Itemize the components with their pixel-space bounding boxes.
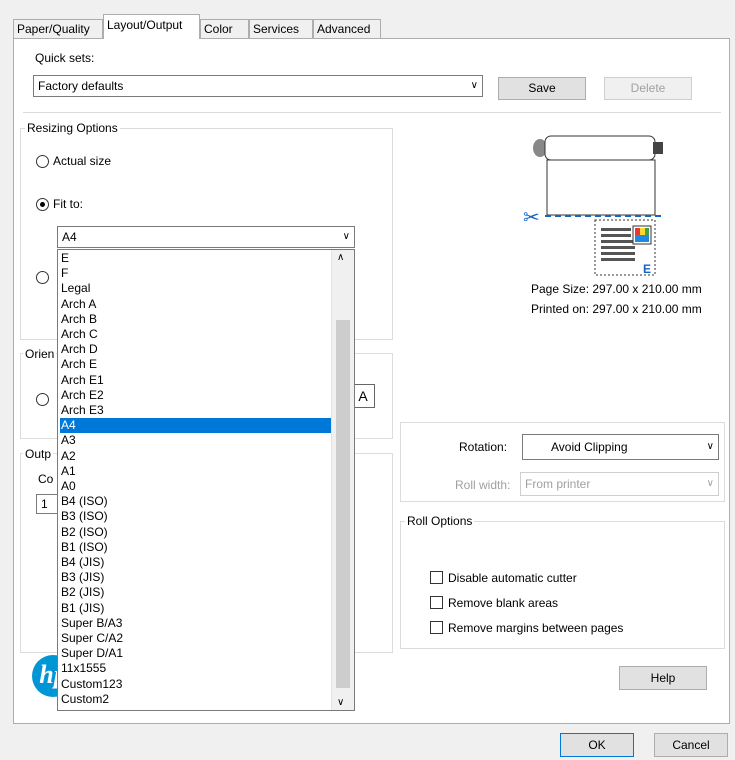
list-item[interactable]: Arch E3 bbox=[60, 403, 331, 418]
printed-on-text: Printed on: 297.00 x 210.00 mm bbox=[531, 302, 702, 316]
chevron-down-icon: ∨ bbox=[470, 80, 478, 91]
list-item[interactable]: E bbox=[60, 251, 331, 266]
list-item[interactable]: B2 (JIS) bbox=[60, 585, 331, 600]
list-item[interactable]: A4 bbox=[60, 418, 331, 434]
list-item[interactable]: Arch E1 bbox=[60, 373, 331, 388]
roll-options-label: Roll Options bbox=[405, 514, 475, 528]
remove-margins-label: Remove margins between pages bbox=[448, 621, 624, 635]
copies-label: Co bbox=[38, 472, 54, 486]
roll-width-dropdown[interactable]: From printer ∨ bbox=[520, 472, 719, 496]
list-item[interactable]: B4 (JIS) bbox=[60, 555, 331, 570]
roll-width-label: Roll width: bbox=[455, 478, 511, 492]
list-item[interactable]: Legal bbox=[60, 281, 331, 296]
list-item[interactable]: B3 (JIS) bbox=[60, 570, 331, 585]
list-item[interactable]: F bbox=[60, 266, 331, 281]
list-item[interactable]: A0 bbox=[60, 479, 331, 494]
fit-to-dropdown[interactable]: A4 ∨ bbox=[57, 226, 355, 248]
tab-services[interactable]: Services bbox=[249, 19, 313, 38]
chevron-down-icon: ∨ bbox=[342, 231, 350, 242]
remove-blank-checkbox[interactable] bbox=[430, 596, 443, 609]
scale-radio[interactable] bbox=[36, 271, 49, 284]
page-size-text: Page Size: 297.00 x 210.00 mm bbox=[531, 282, 702, 296]
save-button[interactable]: Save bbox=[498, 77, 586, 100]
list-item[interactable]: A3 bbox=[60, 433, 331, 448]
chevron-down-icon: ∨ bbox=[706, 478, 714, 489]
cancel-button[interactable]: Cancel bbox=[654, 733, 728, 757]
quick-sets-value: Factory defaults bbox=[38, 79, 124, 93]
rotation-dropdown[interactable]: Avoid Clipping ∨ bbox=[522, 434, 719, 460]
scroll-up-icon[interactable]: ∧ bbox=[337, 252, 344, 263]
scroll-down-icon[interactable]: ∨ bbox=[337, 697, 344, 708]
roll-body bbox=[544, 135, 656, 161]
output-label: Outp bbox=[23, 447, 54, 461]
paper-sheet bbox=[546, 159, 656, 216]
tab-paper-quality[interactable]: Paper/Quality bbox=[13, 19, 103, 38]
fit-to-radio[interactable] bbox=[36, 198, 49, 211]
remove-blank-label: Remove blank areas bbox=[448, 596, 559, 610]
roll-hub-right bbox=[653, 142, 663, 154]
list-item[interactable]: Super B/A3 bbox=[60, 616, 331, 631]
fit-to-label: Fit to: bbox=[53, 197, 84, 211]
chevron-down-icon: ∨ bbox=[706, 441, 714, 452]
ok-button[interactable]: OK bbox=[560, 733, 634, 757]
separator bbox=[23, 112, 721, 113]
tab-layout-output[interactable]: Layout/Output bbox=[103, 14, 200, 39]
quick-sets-label: Quick sets: bbox=[35, 51, 95, 65]
list-item[interactable]: Arch A bbox=[60, 297, 331, 312]
list-item[interactable]: B1 (JIS) bbox=[60, 601, 331, 616]
list-item[interactable]: Arch E2 bbox=[60, 388, 331, 403]
disable-cutter-label: Disable automatic cutter bbox=[448, 571, 577, 585]
rotation-value: Avoid Clipping bbox=[551, 440, 628, 454]
actual-size-radio[interactable] bbox=[36, 155, 49, 168]
orientation-label: Orien bbox=[23, 347, 57, 361]
list-item[interactable]: B3 (ISO) bbox=[60, 509, 331, 524]
help-button[interactable]: Help bbox=[619, 666, 707, 690]
quick-sets-dropdown[interactable]: Factory defaults ∨ bbox=[33, 75, 483, 97]
rotation-label: Rotation: bbox=[459, 440, 508, 454]
list-item[interactable]: Arch C bbox=[60, 327, 331, 342]
list-item[interactable]: Custom2 bbox=[60, 692, 331, 707]
list-item[interactable]: A1 bbox=[60, 464, 331, 479]
list-item[interactable]: B1 (ISO) bbox=[60, 540, 331, 555]
roll-width-value: From printer bbox=[525, 477, 591, 491]
tab-color[interactable]: Color bbox=[200, 19, 249, 38]
list-item[interactable]: Arch E bbox=[60, 357, 331, 372]
delete-button[interactable]: Delete bbox=[604, 77, 692, 100]
remove-margins-checkbox[interactable] bbox=[430, 621, 443, 634]
list-item[interactable]: Arch D bbox=[60, 342, 331, 357]
resizing-options-label: Resizing Options bbox=[25, 121, 120, 135]
tab-advanced[interactable]: Advanced bbox=[313, 19, 381, 38]
list-item[interactable]: Super D/A1 bbox=[60, 646, 331, 661]
list-item[interactable]: Arch B bbox=[60, 312, 331, 327]
list-scrollbar[interactable]: ∧ ∨ bbox=[331, 250, 354, 710]
orientation-radio[interactable] bbox=[36, 393, 49, 406]
scrollbar-thumb[interactable] bbox=[336, 320, 350, 688]
list-item[interactable]: A2 bbox=[60, 449, 331, 464]
orientation-e-icon: E bbox=[643, 262, 651, 276]
list-item[interactable]: Custom123 bbox=[60, 677, 331, 692]
fit-to-value: A4 bbox=[62, 230, 77, 244]
actual-size-label: Actual size bbox=[53, 154, 112, 168]
roll-preview-image: ✂ E bbox=[523, 135, 665, 276]
paper-size-list[interactable]: ∧ ∨ E F Legal Arch A Arch B Arch C Arch D Arch … bbox=[57, 249, 355, 711]
list-item[interactable]: 11x1555 bbox=[60, 661, 331, 676]
scissors-icon: ✂ bbox=[523, 207, 540, 229]
list-item[interactable]: Super C/A2 bbox=[60, 631, 331, 646]
disable-cutter-checkbox[interactable] bbox=[430, 571, 443, 584]
list-item[interactable]: B4 (ISO) bbox=[60, 494, 331, 509]
list-item[interactable]: B2 (ISO) bbox=[60, 525, 331, 540]
